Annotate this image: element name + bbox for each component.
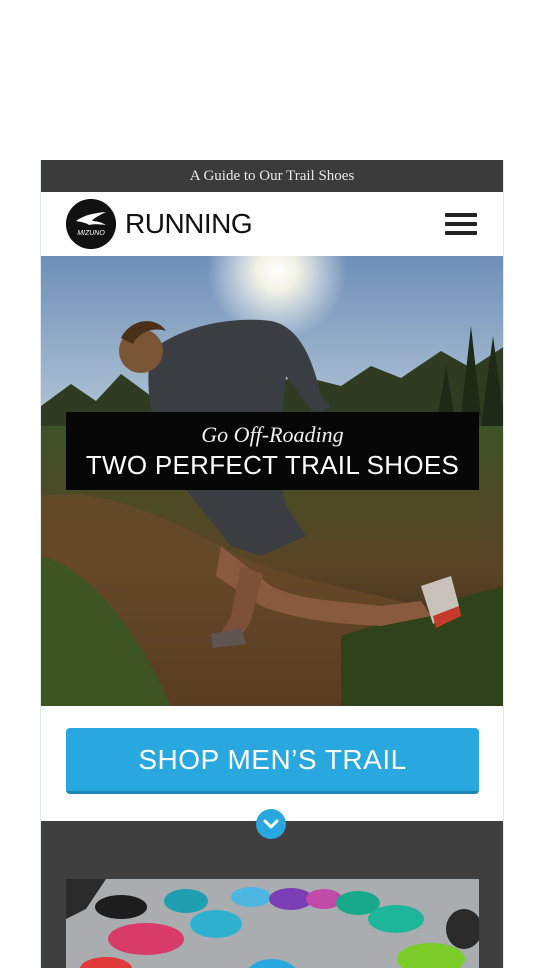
shoes-circle-photo[interactable] bbox=[66, 879, 479, 968]
chevron-down-icon[interactable] bbox=[256, 809, 286, 839]
hamburger-bar bbox=[445, 231, 477, 235]
pre-header-text: A Guide to Our Trail Shoes bbox=[189, 167, 355, 184]
hero-image[interactable]: Go Off-Roading TWO PERFECT TRAIL SHOES bbox=[41, 256, 503, 706]
hamburger-menu-icon[interactable] bbox=[445, 213, 477, 235]
hero-kicker: Go Off-Roading bbox=[201, 422, 344, 447]
chevron-glyph bbox=[263, 819, 279, 829]
hamburger-bar bbox=[445, 213, 477, 217]
cta-zone: SHOP MEN’S TRAIL bbox=[41, 706, 503, 821]
mizuno-runbird-icon: MIZUNO bbox=[66, 199, 116, 249]
shop-mens-trail-button[interactable]: SHOP MEN’S TRAIL bbox=[66, 728, 479, 794]
brand-label: RUNNING bbox=[125, 208, 253, 239]
hero-headline-box: Go Off-Roading TWO PERFECT TRAIL SHOES bbox=[66, 412, 479, 490]
email-frame: A Guide to Our Trail Shoes MIZUNO RUNNIN… bbox=[40, 160, 504, 968]
hamburger-bar bbox=[445, 222, 477, 226]
dark-section bbox=[41, 821, 503, 968]
svg-text:MIZUNO: MIZUNO bbox=[77, 230, 105, 237]
pre-header: A Guide to Our Trail Shoes bbox=[41, 160, 503, 192]
shoes-photo-art bbox=[66, 879, 479, 968]
mizuno-logo[interactable]: MIZUNO bbox=[66, 199, 116, 249]
hero-title: TWO PERFECT TRAIL SHOES bbox=[85, 450, 460, 480]
header: MIZUNO RUNNING bbox=[41, 192, 503, 256]
